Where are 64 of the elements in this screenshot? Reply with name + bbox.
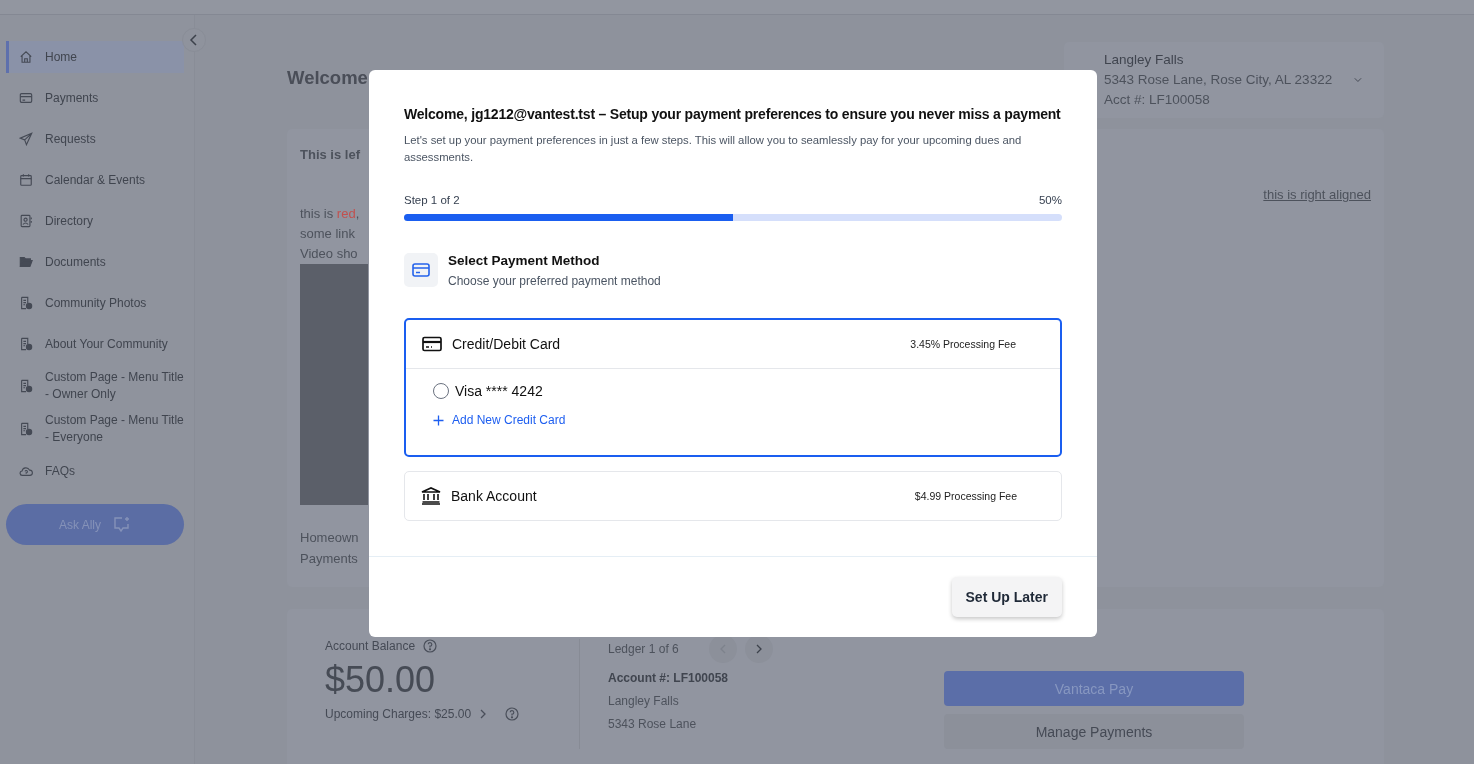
page-heading: Welcome [287,67,368,89]
sidebar-item[interactable]: About Your Community [6,328,184,360]
home-icon [19,50,33,64]
account-number: Account #: LF100058 [608,670,729,687]
section-title: Select Payment Method [448,253,601,268]
folder-icon [19,255,33,269]
credit-card-icon [422,336,442,352]
calendar-icon [19,173,33,187]
add-card-link[interactable]: Add New Credit Card [433,413,566,427]
body-text: Video sho [300,245,358,263]
chat-sparkle-icon [113,516,131,533]
chevron-down-icon [1354,75,1362,85]
sidebar-item[interactable]: Custom Page - Menu Title - Everyone [6,412,184,446]
help-icon[interactable] [505,707,520,721]
chevron-right-icon [479,709,488,719]
previous-button[interactable] [708,635,737,663]
sidebar-item[interactable]: Custom Page - Menu Title - Owner Only [6,369,184,403]
balance-label: Account Balance [325,639,416,653]
plus-icon [433,414,444,426]
sidebar-item[interactable]: Home [6,41,184,73]
chevron-left-icon [189,34,199,46]
manage-payments-button[interactable]: Manage Payments [944,714,1244,749]
ledger-label: Ledger 1 of 6 [608,640,679,658]
body-text: some link [300,225,355,243]
progress-percent: 50% [1038,194,1062,206]
saved-card-label[interactable]: Visa **** 4242 [455,383,543,399]
card-title: This is lef [300,147,360,164]
contact-icon [19,214,33,228]
cloud-icon [19,464,33,478]
sidebar-item[interactable]: Documents [6,246,184,278]
body-text: this is red, [300,205,360,223]
collapse-button[interactable] [182,28,206,52]
payment-method-option[interactable]: Bank Account $4.99 Processing Fee [404,471,1062,521]
page-icon [19,337,33,351]
caption-text: Homeown [300,529,359,547]
payment-method-option[interactable]: Credit/Debit Card 3.45% Processing Fee Visa **** 4242 Add New Credit Card [404,318,1062,457]
send-icon [19,132,33,146]
dialog-intro: Let's set up your payment preferences in just a few steps. This will allow you to seamlessly pay for your upcoming dues and assessments. [404,133,1023,165]
dialog-title: Welcome, jg1212@vantest.tst – Setup your payment preferences to ensure you never miss a payment [404,106,1062,122]
street-address: 5343 Rose Lane [608,716,697,733]
sidebar-item[interactable]: Payments [6,82,184,114]
page-icon [19,422,33,436]
card-icon [404,253,438,287]
chevron-right-icon [754,644,763,654]
caption-text: Payments [300,550,358,568]
sidebar-item[interactable]: Directory [6,205,184,237]
balance-amount: $50.00 [325,659,436,701]
right-aligned-link[interactable]: this is right aligned [1263,187,1371,202]
community-name: Langley Falls [608,693,679,710]
card-icon [19,91,33,105]
sidebar-item[interactable]: Calendar & Events [6,164,184,196]
page-icon [19,296,33,310]
step-label: Step 1 of 2 [404,194,460,206]
section-subtitle: Choose your preferred payment method [448,274,661,288]
next-button[interactable] [744,635,773,663]
bank-icon [421,487,441,505]
upcoming-charges[interactable]: Upcoming Charges: $25.00 [325,707,472,721]
property-selector[interactable]: Langley Falls 5343 Rose Lane, Rose City, AL 23322 Acct #: LF100058 [1064,42,1384,118]
sidebar-item[interactable]: FAQs [6,455,184,487]
sidebar-item[interactable]: Community Photos [6,287,184,319]
sidebar-item[interactable]: Requests [6,123,184,155]
help-icon[interactable] [423,639,438,653]
page-icon [19,379,33,393]
set-up-later-button[interactable]: Set Up Later [951,577,1062,617]
